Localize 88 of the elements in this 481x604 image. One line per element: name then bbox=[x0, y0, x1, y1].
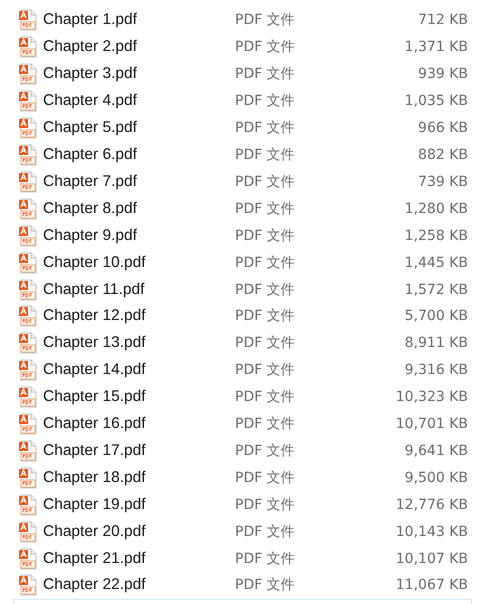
file-name[interactable]: Chapter 9.pdf bbox=[43, 226, 235, 245]
file-type: PDF 文件 bbox=[235, 468, 296, 487]
file-type: PDF 文件 bbox=[235, 226, 296, 245]
file-size: 882 KB bbox=[417, 146, 468, 163]
file-size: 10,323 KB bbox=[394, 389, 468, 406]
file-name[interactable]: Chapter 4.pdf bbox=[43, 92, 235, 110]
file-size: 1,258 KB bbox=[404, 228, 468, 244]
pdf-file-icon bbox=[17, 278, 39, 301]
file-name[interactable]: Chapter 7.pdf bbox=[43, 172, 235, 191]
file-name[interactable]: Chapter 10.pdf bbox=[43, 254, 235, 272]
pdf-file-icon bbox=[17, 440, 39, 462]
file-size: 5,700 KB bbox=[404, 308, 468, 324]
file-type: PDF 文件 bbox=[235, 550, 296, 568]
file-name[interactable]: Chapter 21.pdf bbox=[43, 550, 235, 568]
pdf-file-icon bbox=[17, 198, 39, 220]
file-size: 966 KB bbox=[417, 120, 468, 136]
pdf-file-icon bbox=[17, 494, 39, 516]
file-type: PDF 文件 bbox=[235, 361, 296, 380]
file-name[interactable]: Chapter 22.pdf bbox=[43, 576, 235, 594]
file-size: 10,701 KB bbox=[394, 416, 468, 432]
file-size: 10,107 KB bbox=[394, 550, 468, 567]
file-name[interactable]: Chapter 5.pdf bbox=[43, 119, 235, 138]
file-size: 1,035 KB bbox=[404, 93, 468, 110]
file-type: PDF 文件 bbox=[235, 254, 296, 272]
file-name[interactable]: Chapter 1.pdf bbox=[43, 11, 235, 30]
file-type: PDF 文件 bbox=[235, 92, 296, 110]
file-type: PDF 文件 bbox=[235, 11, 296, 30]
file-type: PDF 文件 bbox=[235, 496, 296, 514]
pdf-file-icon bbox=[17, 170, 39, 193]
file-type: PDF 文件 bbox=[235, 172, 296, 191]
file-type: PDF 文件 bbox=[235, 522, 296, 541]
file-type: PDF 文件 bbox=[235, 280, 296, 299]
pdf-file-icon bbox=[17, 36, 39, 58]
file-size: 712 KB bbox=[417, 12, 468, 28]
pdf-file-icon bbox=[17, 413, 39, 436]
pdf-file-icon bbox=[17, 574, 39, 596]
file-name[interactable]: Chapter 20.pdf bbox=[43, 522, 235, 541]
file-size: 8,911 KB bbox=[404, 335, 468, 352]
file-type: PDF 文件 bbox=[235, 442, 296, 460]
pdf-file-icon bbox=[17, 305, 39, 328]
file-size: 10,143 KB bbox=[394, 524, 468, 540]
pdf-file-icon bbox=[17, 117, 39, 140]
file-size: 11,067 KB bbox=[394, 577, 468, 594]
file-size: 12,776 KB bbox=[394, 496, 468, 513]
file-size: 1,371 KB bbox=[404, 39, 468, 56]
file-type: PDF 文件 bbox=[235, 146, 296, 164]
file-name[interactable]: Chapter 13.pdf bbox=[43, 334, 235, 352]
file-name[interactable]: Chapter 3.pdf bbox=[43, 65, 235, 84]
file-type: PDF 文件 bbox=[235, 334, 296, 352]
pdf-file-icon bbox=[17, 359, 39, 382]
file-name[interactable]: Chapter 17.pdf bbox=[43, 442, 235, 460]
file-type: PDF 文件 bbox=[235, 415, 296, 434]
file-name[interactable]: Chapter 2.pdf bbox=[43, 38, 235, 56]
file-type: PDF 文件 bbox=[235, 576, 296, 594]
file-size: 1,445 KB bbox=[404, 254, 468, 271]
file-type: PDF 文件 bbox=[235, 307, 296, 326]
pdf-file-icon bbox=[17, 63, 39, 86]
pdf-file-icon bbox=[17, 386, 39, 408]
pdf-file-icon bbox=[17, 90, 39, 112]
file-size: 739 KB bbox=[417, 174, 468, 190]
file-name[interactable]: Chapter 15.pdf bbox=[43, 388, 235, 406]
file-name[interactable]: Chapter 16.pdf bbox=[43, 415, 235, 434]
file-type: PDF 文件 bbox=[235, 388, 296, 406]
file-size: 1,280 KB bbox=[404, 200, 468, 217]
pdf-file-icon bbox=[17, 332, 39, 354]
pdf-file-icon bbox=[17, 548, 39, 570]
file-size: 9,641 KB bbox=[404, 442, 468, 459]
file-name[interactable]: Chapter 18.pdf bbox=[43, 468, 235, 487]
pdf-file-icon bbox=[17, 144, 39, 166]
file-size: 1,572 KB bbox=[404, 282, 468, 298]
pdf-file-icon bbox=[17, 9, 39, 32]
file-type: PDF 文件 bbox=[235, 119, 296, 138]
file-type: PDF 文件 bbox=[235, 38, 296, 56]
file-type: PDF 文件 bbox=[235, 200, 296, 218]
file-name[interactable]: Chapter 11.pdf bbox=[43, 280, 235, 299]
pdf-file-icon bbox=[17, 466, 39, 489]
file-size: 9,500 KB bbox=[404, 470, 468, 486]
pdf-file-icon bbox=[17, 224, 39, 247]
pdf-file-icon bbox=[17, 520, 39, 543]
file-type: PDF 文件 bbox=[235, 65, 296, 84]
file-name[interactable]: Chapter 8.pdf bbox=[43, 200, 235, 218]
pdf-file-icon bbox=[17, 252, 39, 274]
file-size: 939 KB bbox=[417, 66, 468, 82]
file-name[interactable]: Chapter 6.pdf bbox=[43, 146, 235, 164]
file-name[interactable]: Chapter 14.pdf bbox=[43, 361, 235, 380]
file-name[interactable]: Chapter 19.pdf bbox=[43, 496, 235, 514]
file-name[interactable]: Chapter 12.pdf bbox=[43, 307, 235, 326]
file-size: 9,316 KB bbox=[404, 362, 468, 378]
